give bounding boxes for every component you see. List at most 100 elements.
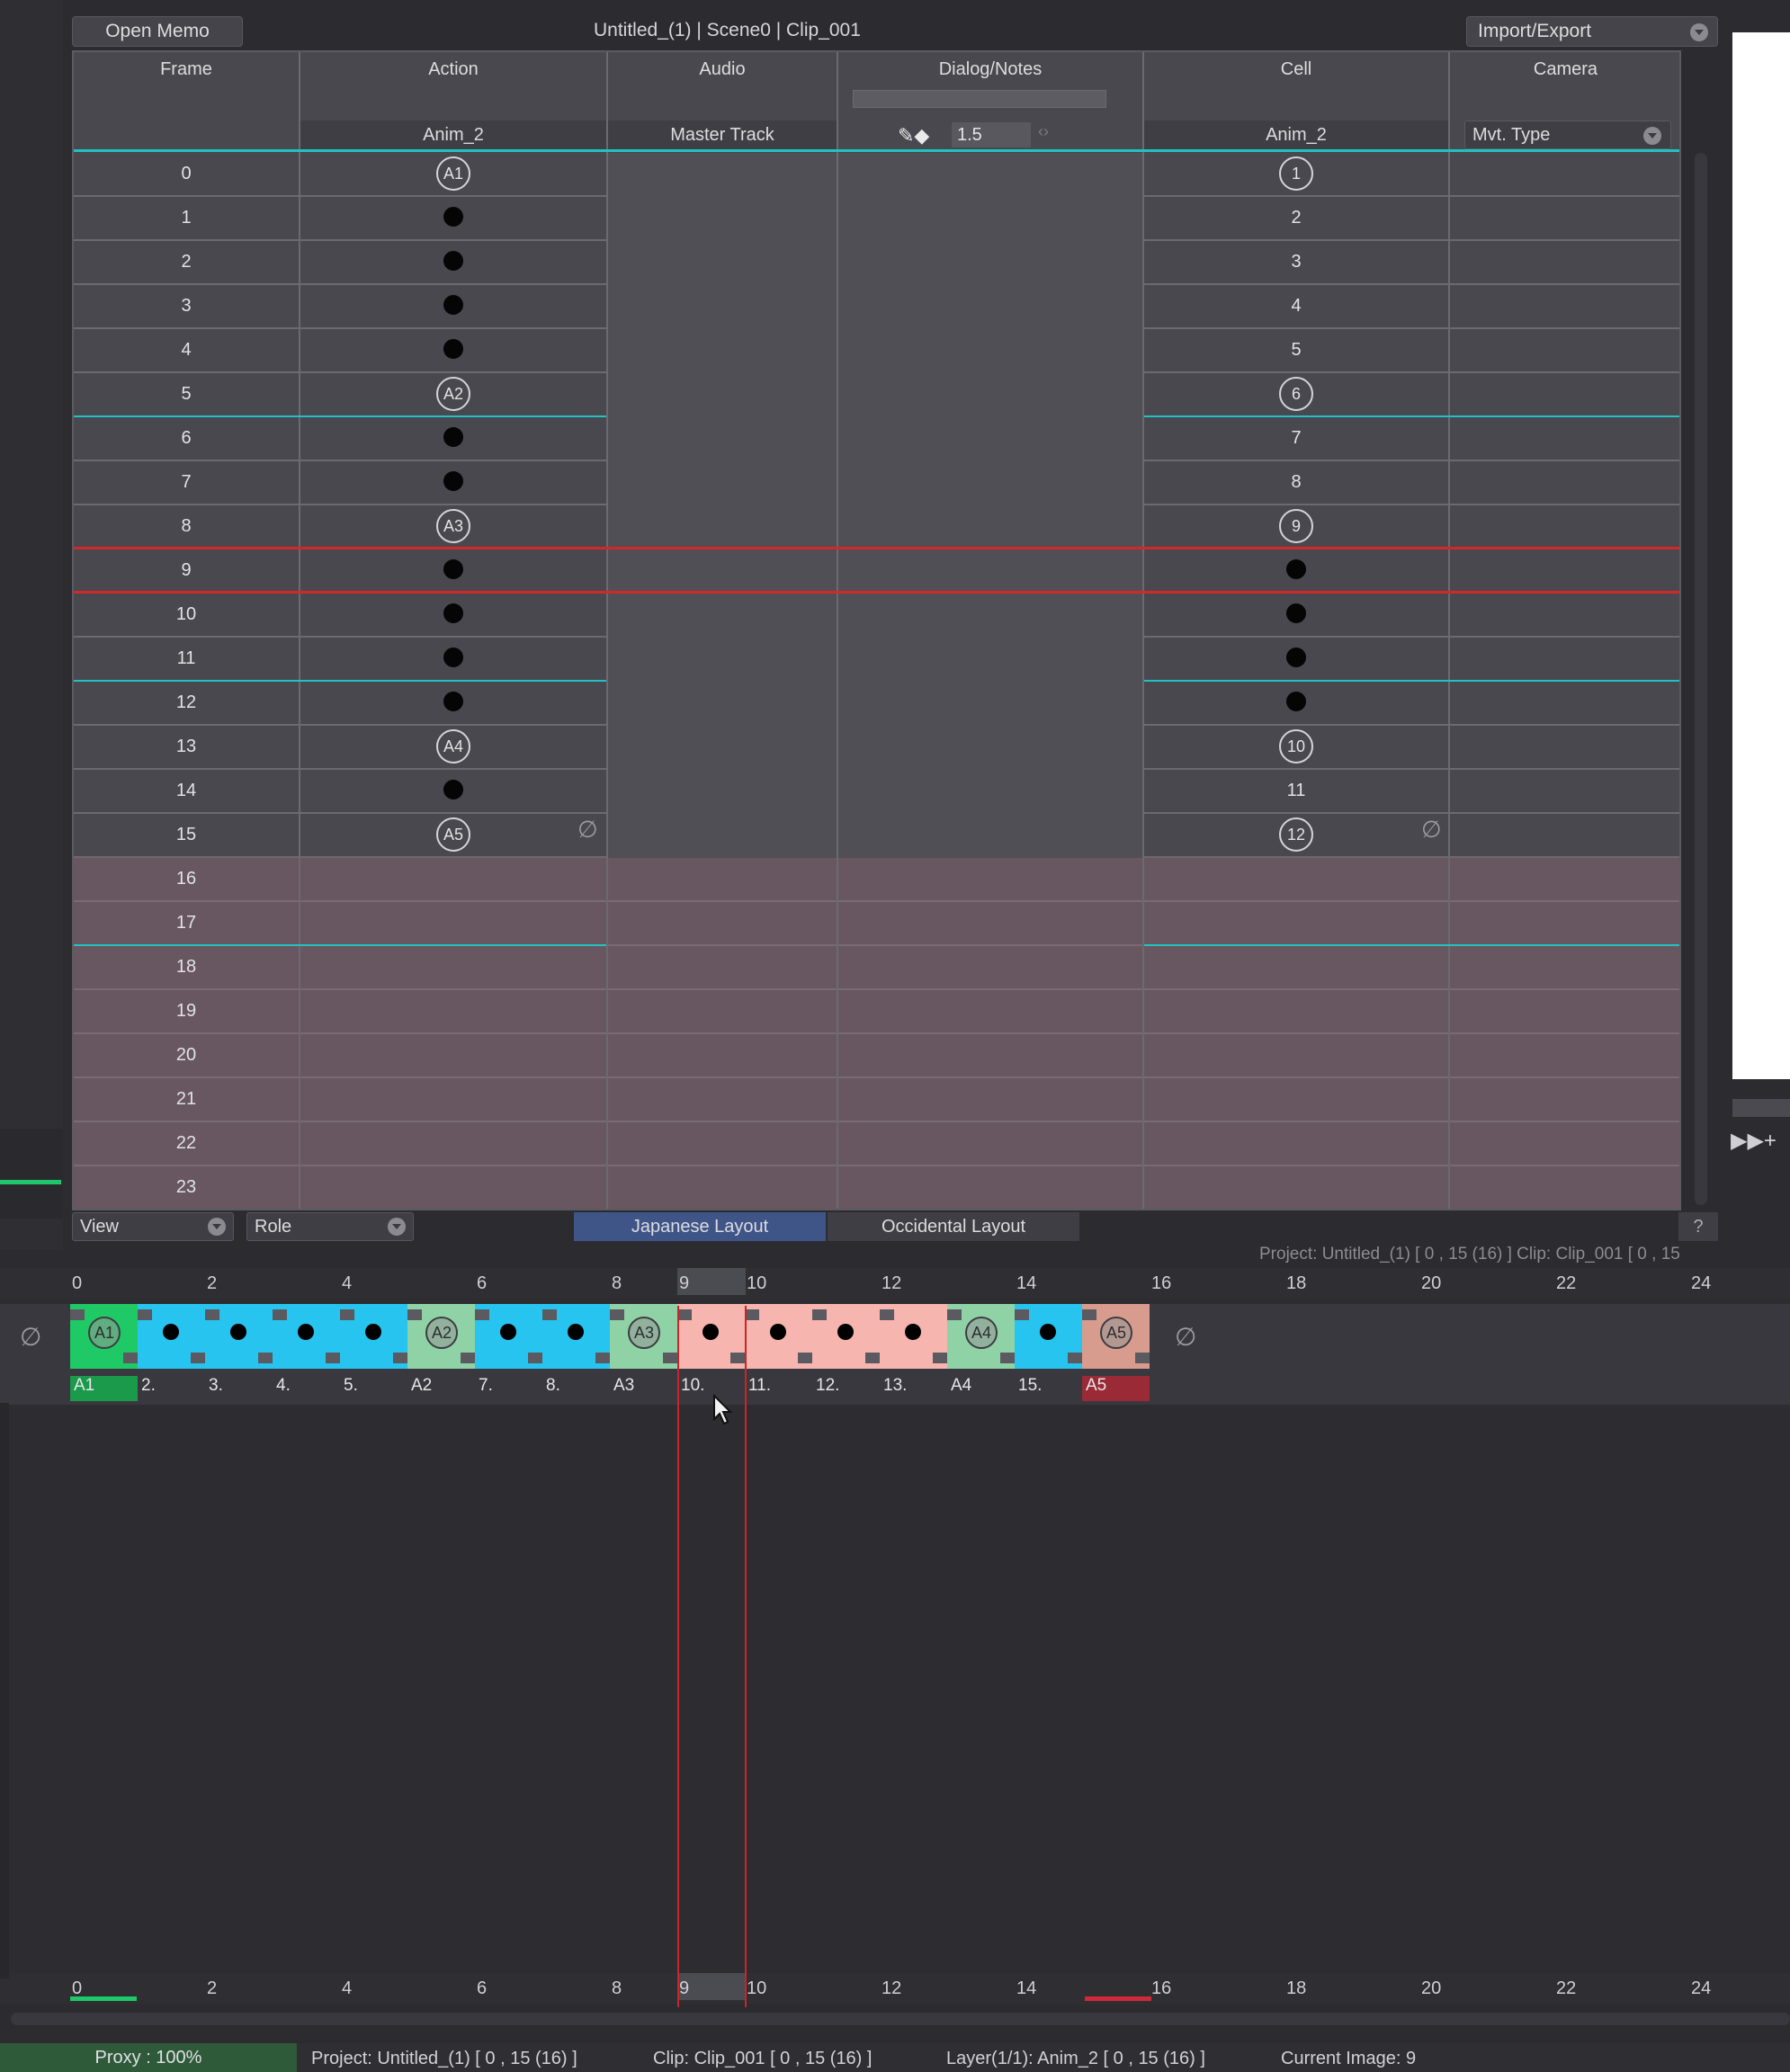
- action-cell[interactable]: A1: [300, 153, 606, 195]
- cell-cell[interactable]: [1144, 549, 1448, 592]
- cell-cell[interactable]: 12: [1144, 814, 1448, 856]
- sheet-row[interactable]: 10: [74, 594, 1679, 638]
- timeline-frame[interactable]: 15.: [1015, 1304, 1082, 1405]
- audio-cell[interactable]: [608, 329, 837, 373]
- cell-cell[interactable]: 10: [1144, 726, 1448, 768]
- audio-cell[interactable]: [608, 770, 837, 814]
- playhead-start-line[interactable]: [677, 1306, 679, 2007]
- role-dropdown[interactable]: Role: [246, 1212, 414, 1241]
- view-dropdown[interactable]: View: [72, 1212, 234, 1241]
- sheet-row[interactable]: 45: [74, 329, 1679, 373]
- camera-cell[interactable]: [1450, 153, 1679, 195]
- action-layer-name[interactable]: Anim_2: [300, 121, 606, 149]
- audio-cell[interactable]: [608, 594, 837, 638]
- timeline-frame[interactable]: 3.: [205, 1304, 273, 1405]
- audio-cell[interactable]: [608, 197, 837, 241]
- dialog-cell[interactable]: [838, 153, 1142, 197]
- dialog-cell[interactable]: [838, 814, 1142, 858]
- dialog-cell[interactable]: [838, 241, 1142, 285]
- action-cell[interactable]: A2: [300, 373, 606, 415]
- camera-cell[interactable]: [1450, 1034, 1679, 1076]
- timeline-frame[interactable]: 5.: [340, 1304, 407, 1405]
- sheet-vertical-scrollbar[interactable]: [1695, 153, 1707, 1205]
- camera-cell[interactable]: [1450, 902, 1679, 944]
- cell-cell[interactable]: 3: [1144, 241, 1448, 283]
- camera-cell[interactable]: [1450, 241, 1679, 283]
- action-cell[interactable]: [300, 461, 606, 504]
- dialog-cell[interactable]: [838, 594, 1142, 638]
- sheet-row[interactable]: 12: [74, 197, 1679, 241]
- camera-cell[interactable]: [1450, 638, 1679, 680]
- camera-cell[interactable]: [1450, 1122, 1679, 1165]
- cell-cell[interactable]: [1144, 946, 1448, 988]
- sheet-row[interactable]: 23: [74, 241, 1679, 285]
- cell-cell[interactable]: [1144, 1166, 1448, 1209]
- help-button[interactable]: ?: [1678, 1212, 1718, 1241]
- sheet-row[interactable]: 12: [74, 682, 1679, 726]
- audio-cell[interactable]: [608, 285, 837, 329]
- camera-cell[interactable]: [1450, 417, 1679, 460]
- japanese-layout-tab[interactable]: Japanese Layout: [574, 1212, 826, 1241]
- action-cell[interactable]: [300, 638, 606, 680]
- sheet-row[interactable]: 5 A2 6: [74, 373, 1679, 417]
- action-cell[interactable]: A4: [300, 726, 606, 768]
- timeline-frame[interactable]: 7.: [475, 1304, 542, 1405]
- action-cell[interactable]: [300, 594, 606, 636]
- cell-cell[interactable]: 2: [1144, 197, 1448, 239]
- sheet-row[interactable]: 17: [74, 902, 1679, 946]
- camera-cell[interactable]: [1450, 682, 1679, 724]
- cell-cell[interactable]: [1144, 1122, 1448, 1165]
- range-start-marker[interactable]: [70, 1996, 137, 2001]
- cell-cell[interactable]: 6: [1144, 373, 1448, 415]
- sheet-row[interactable]: 9: [74, 549, 1679, 594]
- camera-cell[interactable]: [1450, 197, 1679, 239]
- sheet-row[interactable]: 19: [74, 990, 1679, 1034]
- timeline-frame[interactable]: A3 A3: [610, 1304, 677, 1405]
- audio-cell[interactable]: [608, 461, 837, 505]
- cell-cell[interactable]: [1144, 858, 1448, 900]
- sheet-row[interactable]: 22: [74, 1122, 1679, 1166]
- audio-cell[interactable]: [608, 505, 837, 549]
- cell-cell[interactable]: 4: [1144, 285, 1448, 327]
- action-cell[interactable]: [300, 1034, 606, 1076]
- camera-cell[interactable]: [1450, 594, 1679, 636]
- action-cell[interactable]: [300, 902, 606, 944]
- timeline-frame[interactable]: 11.: [745, 1304, 812, 1405]
- sheet-row[interactable]: 11: [74, 638, 1679, 682]
- timeline-ruler-bottom[interactable]: 0 2 4 6 8 9 10 12 14 16 18 20 22 24: [0, 1973, 1790, 2004]
- timeline-frame[interactable]: A2 A2: [407, 1304, 475, 1405]
- dialog-cell[interactable]: [838, 461, 1142, 505]
- timeline-frame[interactable]: 12.: [812, 1304, 880, 1405]
- audio-track-name[interactable]: Master Track: [608, 121, 837, 149]
- sheet-row[interactable]: 14 11: [74, 770, 1679, 814]
- timeline-frame[interactable]: A1 A1: [70, 1304, 138, 1405]
- cell-layer-name[interactable]: Anim_2: [1144, 121, 1448, 149]
- dialog-cell[interactable]: [838, 682, 1142, 726]
- cell-cell[interactable]: 5: [1144, 329, 1448, 371]
- timeline-frame[interactable]: 2.: [138, 1304, 205, 1405]
- timeline-ruler-top[interactable]: 0 2 4 6 8 9 10 12 14 16 18 20 22 24: [0, 1268, 1790, 1299]
- stepper-arrows-icon[interactable]: ‹›: [1038, 122, 1049, 141]
- action-cell[interactable]: A3: [300, 505, 606, 548]
- sheet-row[interactable]: 20: [74, 1034, 1679, 1078]
- audio-cell[interactable]: [608, 549, 837, 594]
- dialog-cell[interactable]: [838, 197, 1142, 241]
- sheet-row[interactable]: 0 A1 1: [74, 153, 1679, 197]
- audio-cell[interactable]: [608, 638, 837, 682]
- range-end-marker[interactable]: [1085, 1996, 1151, 2001]
- dialog-cell[interactable]: [838, 285, 1142, 329]
- cell-cell[interactable]: [1144, 1078, 1448, 1121]
- timeline-frame[interactable]: A5 A5: [1082, 1304, 1150, 1405]
- action-cell[interactable]: [300, 990, 606, 1032]
- audio-cell[interactable]: [608, 241, 837, 285]
- audio-cell[interactable]: [608, 814, 837, 858]
- action-cell[interactable]: [300, 1078, 606, 1121]
- camera-cell[interactable]: [1450, 990, 1679, 1032]
- cell-cell[interactable]: [1144, 682, 1448, 724]
- sheet-row[interactable]: 8 A3 9: [74, 505, 1679, 549]
- action-cell[interactable]: [300, 770, 606, 812]
- timeline-frame[interactable]: 4.: [273, 1304, 340, 1405]
- timeline-frame[interactable]: A4 A4: [947, 1304, 1015, 1405]
- dialog-cell[interactable]: [838, 638, 1142, 682]
- camera-cell[interactable]: [1450, 285, 1679, 327]
